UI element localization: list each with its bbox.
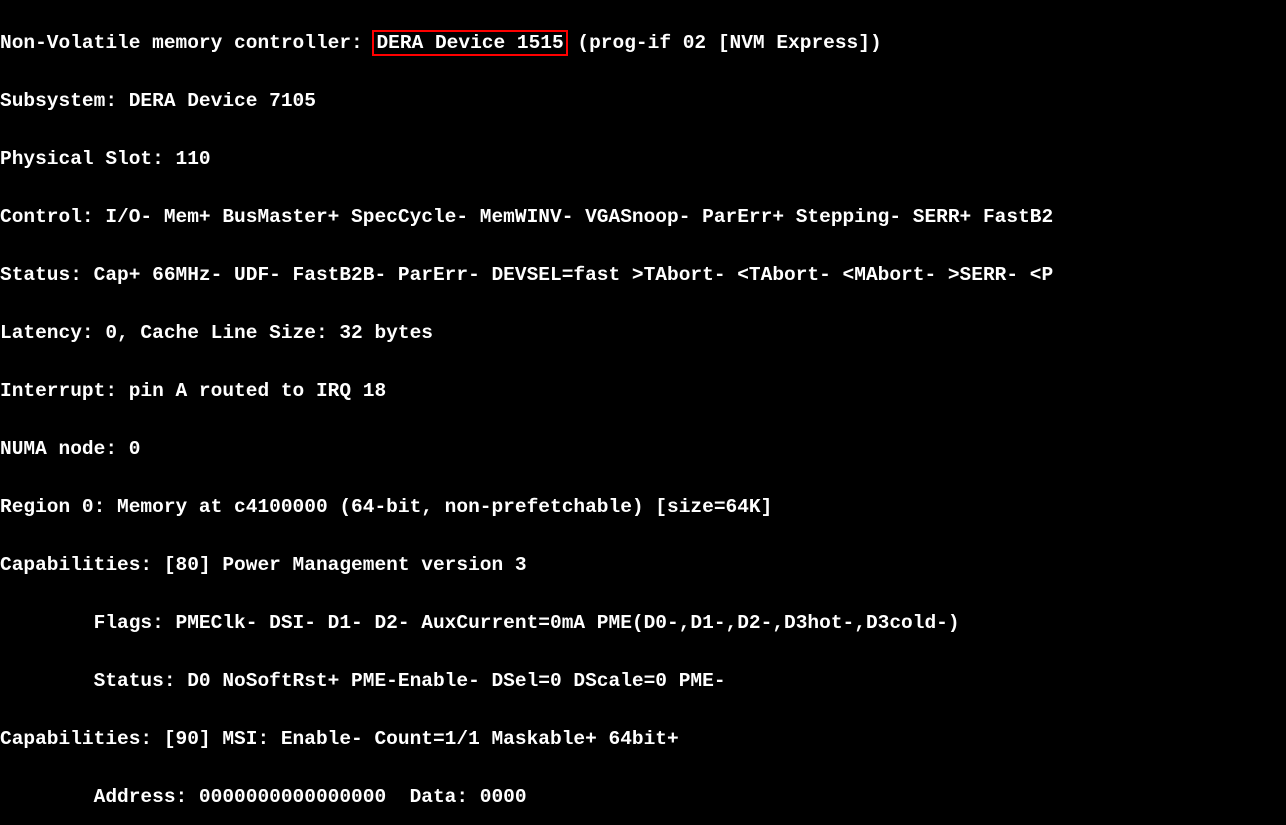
terminal-output: Non-Volatile memory controller: DERA Dev… xyxy=(0,0,1286,825)
highlight-device: DERA Device 1515 xyxy=(372,30,567,56)
line-numa: NUMA node: 0 xyxy=(0,435,1286,464)
line-status: Status: Cap+ 66MHz- UDF- FastB2B- ParErr… xyxy=(0,261,1286,290)
text: Non-Volatile memory controller: xyxy=(0,32,374,54)
line-cap-pm: Capabilities: [80] Power Management vers… xyxy=(0,551,1286,580)
line-msi-addr: Address: 0000000000000000 Data: 0000 xyxy=(0,783,1286,812)
line-controller: Non-Volatile memory controller: DERA Dev… xyxy=(0,29,1286,58)
line-subsystem: Subsystem: DERA Device 7105 xyxy=(0,87,1286,116)
line-pm-flags: Flags: PMEClk- DSI- D1- D2- AuxCurrent=0… xyxy=(0,609,1286,638)
line-region0: Region 0: Memory at c4100000 (64-bit, no… xyxy=(0,493,1286,522)
line-cap-msi: Capabilities: [90] MSI: Enable- Count=1/… xyxy=(0,725,1286,754)
line-pm-status: Status: D0 NoSoftRst+ PME-Enable- DSel=0… xyxy=(0,667,1286,696)
line-slot: Physical Slot: 110 xyxy=(0,145,1286,174)
text: (prog-if 02 [NVM Express]) xyxy=(566,32,882,54)
line-latency: Latency: 0, Cache Line Size: 32 bytes xyxy=(0,319,1286,348)
line-interrupt: Interrupt: pin A routed to IRQ 18 xyxy=(0,377,1286,406)
line-control: Control: I/O- Mem+ BusMaster+ SpecCycle-… xyxy=(0,203,1286,232)
